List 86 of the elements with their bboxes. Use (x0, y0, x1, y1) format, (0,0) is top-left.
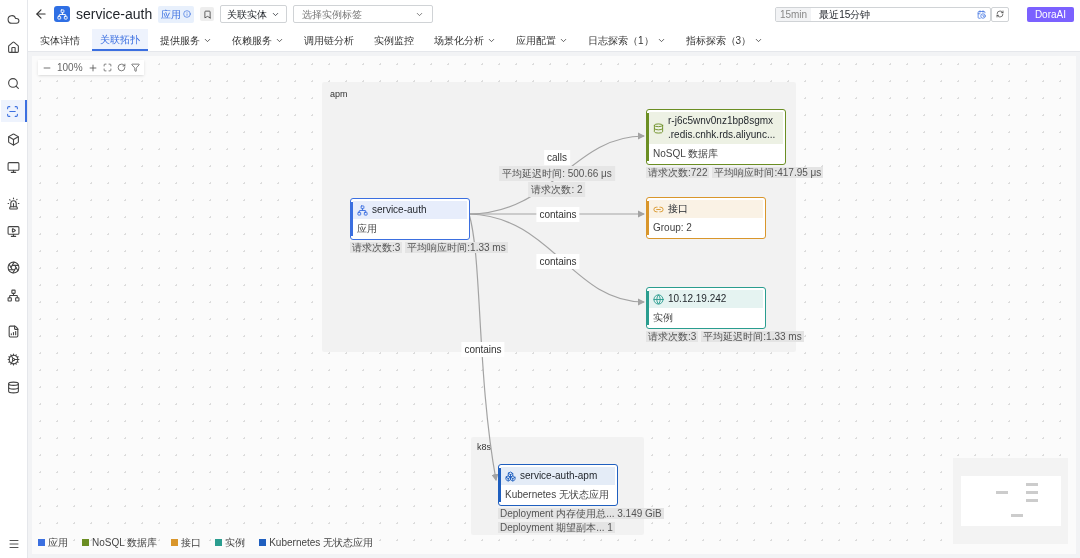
tab[interactable]: 调用链分析 (296, 29, 362, 51)
node-metric: 请求次数:3 (350, 242, 403, 253)
tab[interactable]: 提供服务 (152, 29, 220, 51)
legend-label: 接口 (181, 536, 202, 550)
bookmark-icon (202, 9, 212, 19)
tab[interactable]: 指标探索（3） (677, 29, 772, 51)
legend-label: Kubernetes 无状态应用 (269, 536, 374, 550)
entity-node[interactable]: r-j6c5wnv0nz1bp8sgmx .redis.cnhk.rds.aliyunc... NoSQL 数据库 (646, 109, 786, 165)
node-metric: 平均延迟时间:1.33 ms (701, 331, 804, 342)
type-badge: 应用 (158, 5, 195, 23)
filter-icon[interactable] (130, 63, 140, 72)
node-type: 实例 (652, 311, 674, 325)
sidebar-nav-icon (7, 160, 20, 174)
tab[interactable]: 依赖服务 (224, 29, 292, 51)
zoom-in-icon[interactable] (87, 62, 98, 73)
node-metric: Deployment 期望副本... 1 (498, 522, 615, 533)
node-title: service-auth (372, 203, 427, 217)
edge-metric: 平均延迟时间: 500.66 μs (499, 166, 615, 181)
sidebar-nav-icon (7, 12, 20, 26)
tab[interactable]: 关联拓扑 (92, 29, 148, 51)
calendar-icon[interactable] (976, 9, 986, 19)
menu-icon[interactable] (7, 538, 20, 550)
tab[interactable]: 日志探索（1） (580, 29, 674, 51)
entity-node[interactable]: 10.12.19.242 实例 (646, 287, 766, 329)
sidebar-nav-icon (7, 380, 20, 394)
sidebar-nav-icon (7, 352, 20, 366)
edge-label: contains (461, 342, 505, 357)
edge-label: calls (544, 150, 570, 165)
tab[interactable]: 实例监控 (366, 29, 422, 51)
tab[interactable]: 实体详情 (32, 29, 88, 51)
sidebar-nav-icon (6, 104, 19, 118)
network-icon (357, 204, 368, 216)
tag-select[interactable]: 选择实例标签 (293, 5, 434, 23)
node-type: NoSQL 数据库 (652, 147, 720, 161)
refresh-button[interactable] (990, 6, 1009, 22)
legend-label: 实例 (225, 536, 246, 550)
node-type: 应用 (356, 222, 378, 236)
node-title: 接口 (668, 202, 688, 216)
globe-icon (653, 293, 664, 305)
node-metric: 请求次数:3 (646, 331, 699, 342)
node-metric: 平均响应时间:417.95 μs (712, 167, 824, 178)
sidebar-nav-icon (7, 196, 20, 210)
sidebar-item[interactable] (0, 100, 27, 122)
node-title: service-auth-apm (520, 469, 598, 483)
entity-node[interactable]: 接口 Group: 2 (646, 197, 766, 239)
legend-label: 应用 (48, 536, 68, 550)
node-metric: 平均响应时间:1.33 ms (405, 242, 508, 253)
time-range-picker[interactable]: 15min 最近15分钟 (774, 6, 991, 22)
edge-label: contains (536, 254, 580, 269)
cluster-icon (505, 470, 516, 482)
node-metric: Deployment 内存使用总... 3.149 GiB (498, 508, 664, 519)
time-range-text: 最近15分钟 (819, 7, 871, 22)
edge-metric: 请求次数: 2 (528, 182, 586, 197)
node-type: Group: 2 (652, 221, 693, 235)
page-title: service-auth (76, 4, 153, 24)
group-label: apm (330, 88, 348, 101)
sidebar-nav-icon (7, 288, 20, 302)
fit-view-icon[interactable] (102, 63, 112, 72)
node-metric: 请求次数:722 (646, 167, 710, 178)
tab[interactable]: 应用配置 (508, 29, 576, 51)
group-label: k8s (477, 441, 491, 454)
sidebar-nav-icon (7, 224, 20, 238)
entity-node[interactable]: service-auth-apm Kubernetes 无状态应用 (498, 464, 618, 506)
entity-node[interactable]: service-auth 应用 (350, 198, 470, 240)
zoom-level: 100% (57, 61, 83, 75)
node-title: .redis.cnhk.rds.aliyunc... (668, 128, 776, 142)
sidebar-nav-icon (7, 76, 20, 90)
sidebar-nav-icon (7, 324, 20, 338)
database-icon (653, 122, 664, 134)
back-icon[interactable] (34, 7, 48, 21)
node-title: r-j6c5wnv0nz1bp8sgmx (668, 114, 775, 128)
edge-label: contains (536, 207, 580, 222)
legend-label: NoSQL 数据库 (92, 536, 158, 550)
refresh-icon (995, 10, 1004, 18)
reset-icon[interactable] (116, 63, 126, 72)
node-title: 10.12.19.242 (668, 292, 727, 306)
ai-button[interactable]: DoraAI (1026, 6, 1074, 22)
sidebar-nav-icon (7, 260, 20, 274)
sidebar-nav-icon (7, 40, 20, 54)
sidebar-nav-icon (7, 132, 20, 146)
info-icon (183, 10, 192, 18)
bookmark-button[interactable] (200, 7, 215, 21)
node-type: Kubernetes 无状态应用 (504, 488, 610, 502)
entity-select[interactable]: 关联实体 (220, 5, 288, 23)
time-preset: 15min (775, 7, 812, 21)
tab[interactable]: 场景化分析 (426, 29, 504, 51)
